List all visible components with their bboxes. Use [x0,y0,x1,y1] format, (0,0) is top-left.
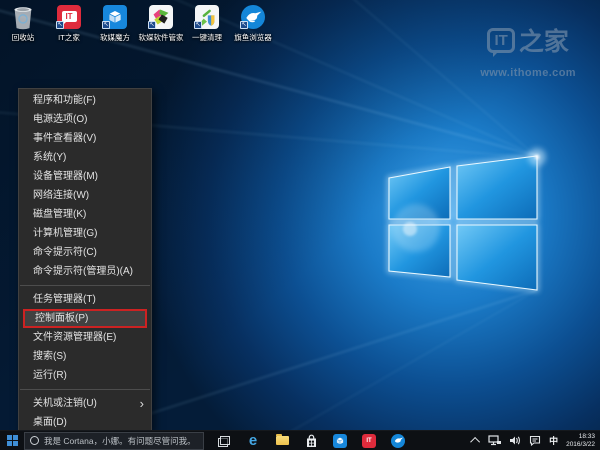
system-tray: 中 18:33 2016/3/22 [473,433,600,449]
menu-item-network-connections[interactable]: 网络连接(W) [19,186,151,205]
menu-separator [20,285,150,286]
cortana-search-box[interactable]: 我是 Cortana，小娜。有问题尽管问我。 [24,432,204,450]
menu-item-disk-management[interactable]: 磁盘管理(K) [19,205,151,224]
edge-taskbar-button[interactable]: e [245,433,261,449]
desktop-icon-label: 回收站 [12,32,35,43]
ithome-taskbar-button[interactable]: IT [361,433,377,449]
volume-icon[interactable] [509,435,521,446]
ithome-icon: IT [362,434,376,448]
qiyu-browser-app-icon: ↖ [240,3,266,30]
store-taskbar-button[interactable] [303,433,319,449]
desktop-icon-label: IT之家 [58,32,80,43]
desktop-icon-label: 旗鱼浏览器 [234,32,272,43]
menu-item-shutdown-signout[interactable]: 关机或注销(U) › [19,394,151,413]
cortana-icon [30,436,39,445]
desktop-icon-label: 软媒魔方 [100,32,130,43]
menu-item-file-explorer[interactable]: 文件资源管理器(E) [19,328,151,347]
qiyu-browser-icon [391,434,405,448]
menu-item-search[interactable]: 搜索(S) [19,347,151,366]
menu-item-label: 关机或注销(U) [33,398,97,409]
shortcut-arrow-badge: ↖ [56,21,64,29]
file-explorer-taskbar-button[interactable] [274,433,290,449]
desktop-icon-recycle-bin[interactable]: 回收站 [0,3,46,43]
menu-item-event-viewer[interactable]: 事件查看器(V) [19,129,151,148]
ime-indicator[interactable]: 中 [549,434,558,447]
taskbar: 我是 Cortana，小娜。有问题尽管问我。 e [0,430,600,450]
tray-time: 18:33 [579,433,595,441]
desktop-icon-qiyu-browser[interactable]: ↖ 旗鱼浏览器 [230,3,276,43]
cortana-search-text: 我是 Cortana，小娜。有问题尽管问我。 [44,435,196,447]
menu-item-system[interactable]: 系统(Y) [19,148,151,167]
tray-date: 2016/3/22 [566,441,595,449]
recycle-bin-icon [10,3,36,30]
action-center-icon[interactable] [529,435,541,446]
menu-item-command-prompt-admin[interactable]: 命令提示符(管理员)(A) [19,262,151,281]
menu-item-control-panel[interactable]: 控制面板(P) [23,309,147,328]
software-manager-app-icon: ↖ [148,3,174,30]
desktop-icon-row: 回收站 IT ↖ IT之家 ↖ 软媒魔方 [0,3,276,43]
desktop-icon-one-key-clean[interactable]: ↖ 一键清理 [184,3,230,43]
mofang-icon [333,434,347,448]
one-key-clean-app-icon: ↖ [194,3,220,30]
folder-icon [276,436,289,445]
mofang-taskbar-button[interactable] [332,433,348,449]
task-view-button[interactable] [216,433,232,449]
winx-context-menu: 程序和功能(F) 电源选项(O) 事件查看器(V) 系统(Y) 设备管理器(M)… [18,88,152,431]
menu-item-power-options[interactable]: 电源选项(O) [19,110,151,129]
shortcut-arrow-badge: ↖ [240,21,248,29]
start-button[interactable] [0,431,24,450]
windows-start-icon [7,435,18,446]
ithome-app-icon: IT ↖ [56,3,82,30]
show-hidden-icons-chevron[interactable] [470,437,480,447]
desktop-icon-ithome[interactable]: IT ↖ IT之家 [46,3,92,43]
edge-icon: e [249,433,257,448]
menu-item-computer-management[interactable]: 计算机管理(G) [19,224,151,243]
task-view-icon [218,436,230,446]
menu-item-task-manager[interactable]: 任务管理器(T) [19,290,151,309]
qiyu-taskbar-button[interactable] [390,433,406,449]
desktop-icon-label: 一键清理 [192,32,222,43]
menu-item-programs-features[interactable]: 程序和功能(F) [19,91,151,110]
desktop-icon-ruanmei-manager[interactable]: ↖ 软媒软件管家 [138,3,184,43]
windows-desktop: IT 之家 www.ithome.com 回收站 IT ↖ IT之家 [0,0,600,450]
mofang-app-icon: ↖ [102,3,128,30]
shortcut-arrow-badge: ↖ [102,21,110,29]
taskbar-app-icons: e [216,433,406,449]
desktop-icon-label: 软媒软件管家 [139,32,184,43]
menu-item-device-manager[interactable]: 设备管理器(M) [19,167,151,186]
tray-clock[interactable]: 18:33 2016/3/22 [566,433,595,449]
submenu-arrow-icon: › [140,394,144,413]
shortcut-arrow-badge: ↖ [194,21,202,29]
menu-item-run[interactable]: 运行(R) [19,366,151,385]
network-icon[interactable] [488,435,501,446]
desktop-icon-ruanmei-mofang[interactable]: ↖ 软媒魔方 [92,3,138,43]
menu-separator [20,389,150,390]
store-bag-icon [305,434,318,448]
menu-item-command-prompt[interactable]: 命令提示符(C) [19,243,151,262]
shortcut-arrow-badge: ↖ [148,21,156,29]
